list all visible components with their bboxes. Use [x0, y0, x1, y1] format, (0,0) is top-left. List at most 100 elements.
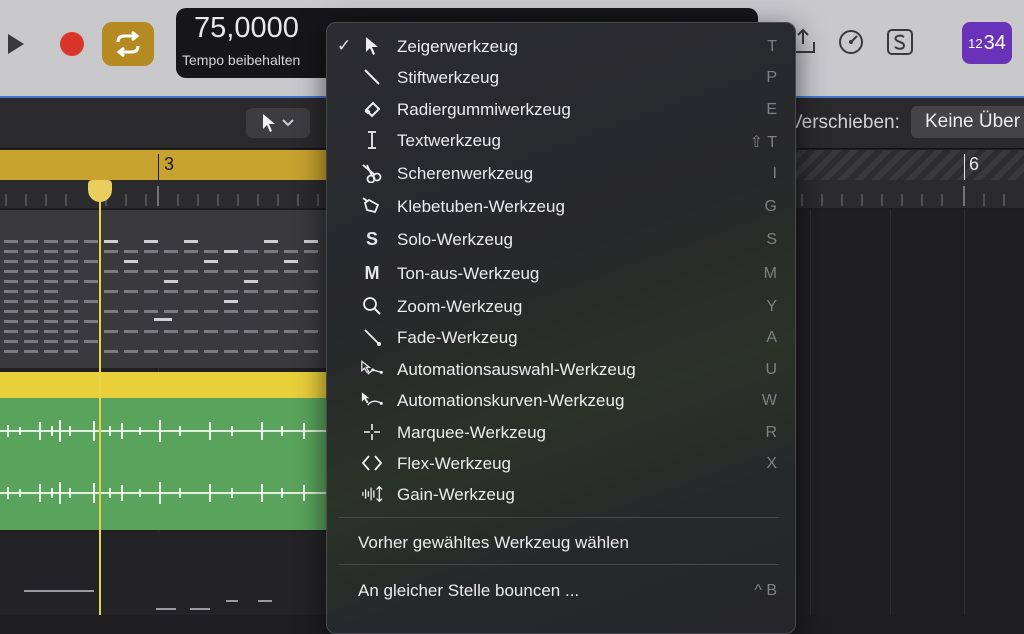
cycle-icon [116, 31, 140, 57]
play-icon [8, 34, 24, 54]
menu-item-fade-werkzeug[interactable]: Fade-Werkzeug A [327, 322, 795, 352]
play-button[interactable] [0, 22, 42, 66]
menu-item-previous-tool[interactable]: Vorher gewähltes Werkzeug wählen [358, 533, 629, 553]
tempo-value[interactable]: 75,0000 [194, 12, 299, 45]
menu-item-radiergummiwerkzeug[interactable]: Radiergummiwerkzeug E [327, 94, 795, 124]
menu-item-klebetuben-werkzeug[interactable]: Klebetuben-Werkzeug G [327, 191, 795, 221]
pointer-icon [361, 36, 383, 56]
menu-item-label: Zoom-Werkzeug [397, 297, 523, 316]
menu-item-shortcut: G [764, 198, 777, 215]
tempo-label: Tempo beibehalten [182, 52, 301, 68]
audio-region[interactable] [0, 398, 326, 530]
menu-item-shortcut: T [767, 38, 777, 55]
text-cursor-icon [361, 130, 383, 150]
menu-item-shortcut: U [765, 361, 777, 378]
menu-item-label: Flex-Werkzeug [397, 454, 511, 473]
midi-notes [4, 240, 318, 353]
grid-line [810, 210, 811, 615]
cycle-region[interactable] [0, 150, 326, 180]
menu-item-label: Gain-Werkzeug [397, 485, 515, 504]
menu-item-bounce-in-place[interactable]: An gleicher Stelle bouncen ... [358, 581, 579, 601]
menu-item-scherenwerkzeug[interactable]: Scherenwerkzeug I [327, 158, 795, 188]
nudge-value-select[interactable]: Keine Über [911, 106, 1024, 138]
flex-icon [361, 453, 383, 473]
menu-item-textwerkzeug[interactable]: Textwerkzeug ⇧ T [327, 125, 795, 155]
menu-item-label: Scherenwerkzeug [397, 164, 534, 183]
menu-item-label: Ton-aus-Werkzeug [397, 264, 540, 283]
menu-item-shortcut: M [763, 265, 777, 282]
menu-item-shortcut: X [766, 455, 777, 472]
bar-marker [158, 154, 159, 180]
menu-item-shortcut: A [766, 329, 777, 346]
menu-separator [339, 517, 779, 518]
pencil-icon [361, 67, 383, 87]
menu-item-zeigerwerkzeug[interactable]: ✓ Zeigerwerkzeug T [327, 31, 795, 61]
pointer-icon [263, 114, 275, 132]
tool-menu: ✓ Zeigerwerkzeug T Stiftwerkzeug P Radie… [326, 22, 796, 634]
midi-region[interactable] [0, 210, 326, 368]
inactive-area [794, 150, 1024, 180]
menu-item-automationsauswahl-werkzeug[interactable]: Automationsauswahl-Werkzeug U [327, 354, 795, 384]
record-icon [60, 32, 84, 56]
solo-icon: S [365, 228, 378, 249]
menu-item-zoom-werkzeug[interactable]: Zoom-Werkzeug Y [327, 291, 795, 321]
menu-item-shortcut: I [772, 165, 777, 182]
gain-icon [361, 484, 383, 504]
audio-waveform [0, 420, 326, 504]
tool-selector[interactable] [246, 108, 310, 138]
chevron-down-icon [282, 119, 294, 127]
cycle-button[interactable] [102, 22, 154, 66]
menu-item-solo-werkzeug[interactable]: S Solo-Werkzeug S [327, 224, 795, 254]
menu-item-marquee-werkzeug[interactable]: Marquee-Werkzeug R [327, 417, 795, 447]
count-in-small: 12 [968, 35, 983, 51]
bar-marker [964, 154, 965, 180]
menu-item-shortcut: Y [766, 298, 777, 315]
menu-item-shortcut: ^ B [754, 582, 777, 599]
menu-item-label: Textwerkzeug [397, 131, 501, 150]
fade-icon [361, 327, 383, 347]
audio-region-header[interactable] [0, 372, 326, 398]
playhead-line [99, 200, 101, 615]
bar-number-6: 6 [969, 154, 980, 174]
menu-item-shortcut: S [766, 231, 777, 248]
menu-item-shortcut: R [765, 424, 777, 441]
checkmark-icon: ✓ [337, 36, 352, 55]
menu-item-label: Marquee-Werkzeug [397, 423, 546, 442]
grid-line [964, 210, 965, 615]
menu-item-shortcut: E [766, 101, 777, 118]
menu-item-label: Klebetuben-Werkzeug [397, 197, 565, 216]
menu-item-shortcut: ⇧ T [749, 134, 777, 151]
menu-separator [339, 564, 779, 565]
menu-item-shortcut: W [761, 392, 777, 409]
nudge-label: Verschieben: [790, 112, 900, 133]
bar-number-3: 3 [164, 154, 175, 174]
marquee-icon [361, 422, 383, 442]
score-set-icon[interactable] [886, 28, 914, 56]
count-in-big: 34 [983, 31, 1006, 54]
mute-icon: M [364, 262, 380, 283]
menu-item-automationskurven-werkzeug[interactable]: Automationskurven-Werkzeug W [327, 385, 795, 415]
gauge-icon[interactable] [837, 28, 865, 56]
scissors-icon [361, 163, 383, 183]
count-in-badge[interactable]: 12 34 [962, 22, 1012, 64]
menu-item-shortcut: P [766, 69, 777, 86]
menu-item-label: Zeigerwerkzeug [397, 37, 518, 56]
automation-curve-icon [361, 390, 383, 410]
menu-item-label: Automationsauswahl-Werkzeug [397, 360, 636, 379]
lower-track-lane[interactable] [0, 532, 326, 615]
menu-item-gain-werkzeug[interactable]: Gain-Werkzeug [327, 479, 795, 509]
grid-line [890, 210, 891, 615]
menu-item-ton-aus-werkzeug[interactable]: M Ton-aus-Werkzeug M [327, 258, 795, 288]
zoom-icon [361, 296, 383, 316]
menu-item-stiftwerkzeug[interactable]: Stiftwerkzeug P [327, 62, 795, 92]
menu-item-label: Radiergummiwerkzeug [397, 100, 571, 119]
menu-item-label: Stiftwerkzeug [397, 68, 500, 87]
menu-item-label: Fade-Werkzeug [397, 328, 518, 347]
menu-item-label: Solo-Werkzeug [397, 230, 513, 249]
eraser-icon [361, 99, 383, 119]
glue-icon [361, 196, 383, 216]
menu-item-flex-werkzeug[interactable]: Flex-Werkzeug X [327, 448, 795, 478]
automation-select-icon [361, 359, 383, 379]
record-button[interactable] [46, 22, 98, 66]
menu-item-label: Automationskurven-Werkzeug [397, 391, 625, 410]
